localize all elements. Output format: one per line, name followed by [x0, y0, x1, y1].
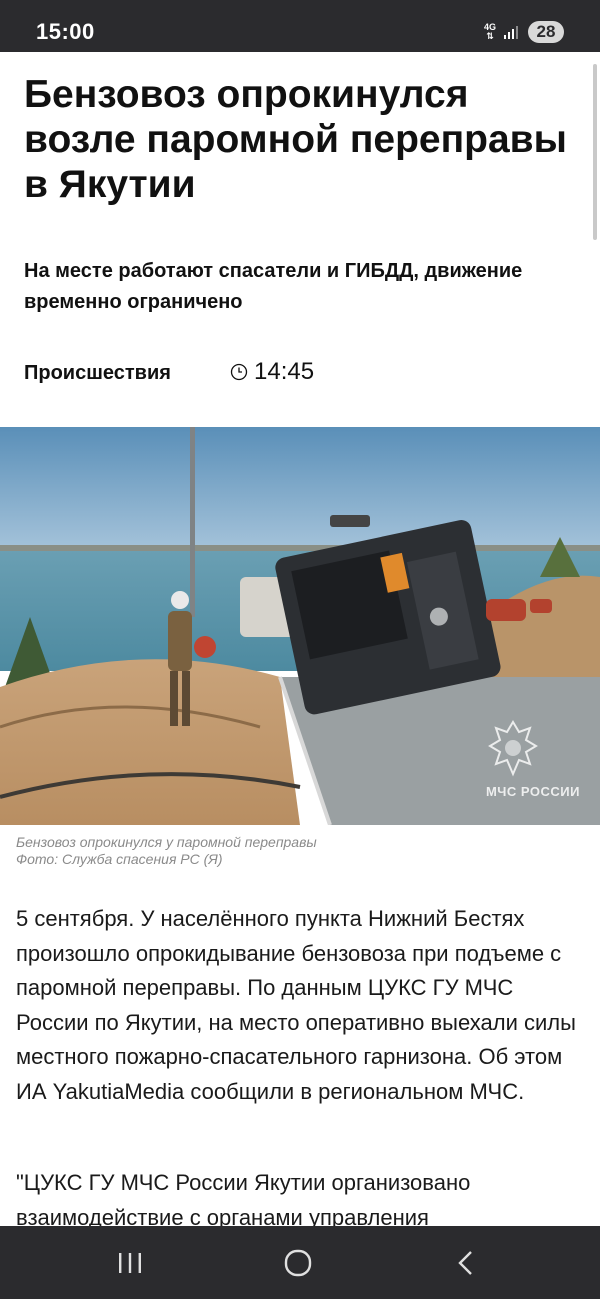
article-title: Бензовоз опрокинулся возле паромной пере…: [24, 73, 567, 206]
mchs-emblem-icon: [488, 720, 538, 777]
home-icon: [284, 1249, 312, 1276]
caption-text: Бензовоз опрокинулся у паромной переправ…: [16, 834, 317, 850]
back-icon: [458, 1250, 472, 1275]
mchs-watermark: МЧС РОССИИ: [486, 718, 580, 799]
article-meta: Происшествия 14:45: [24, 358, 576, 388]
home-button[interactable]: [238, 1226, 358, 1299]
recents-icon: [119, 1252, 141, 1273]
publish-time: 14:45: [230, 358, 314, 386]
status-bar: 15:00 4G ⇅ 28: [0, 0, 600, 52]
clock-icon: [230, 363, 248, 381]
signal-icon: [504, 25, 520, 39]
status-time: 15:00: [36, 19, 95, 44]
article-paragraph-2: "ЦУКС ГУ МЧС России Якутии организовано …: [16, 1170, 471, 1226]
photo-caption: Бензовоз опрокинулся у паромной переправ…: [16, 834, 586, 868]
scroll-indicator[interactable]: [593, 64, 597, 240]
caption-credit: Фото: Служба спасения РС (Я): [16, 851, 223, 867]
status-icons: 4G ⇅ 28: [484, 18, 564, 46]
navigation-bar: [0, 1226, 600, 1299]
article-subtitle: На месте работают спасатели и ГИБДД, дви…: [24, 260, 523, 313]
network-4g-icon: 4G ⇅: [483, 22, 496, 41]
battery-icon: 28: [528, 21, 564, 43]
watermark-text: МЧС РОССИИ: [485, 784, 580, 799]
category-link[interactable]: Происшествия: [24, 362, 171, 385]
publish-time-text: 14:45: [254, 358, 315, 385]
article-photo[interactable]: МЧС РОССИИ: [0, 427, 600, 825]
back-button[interactable]: [406, 1226, 526, 1299]
recents-button[interactable]: [70, 1226, 190, 1299]
article-paragraph: 5 сентября. У населённого пункта Нижний …: [16, 906, 576, 1104]
